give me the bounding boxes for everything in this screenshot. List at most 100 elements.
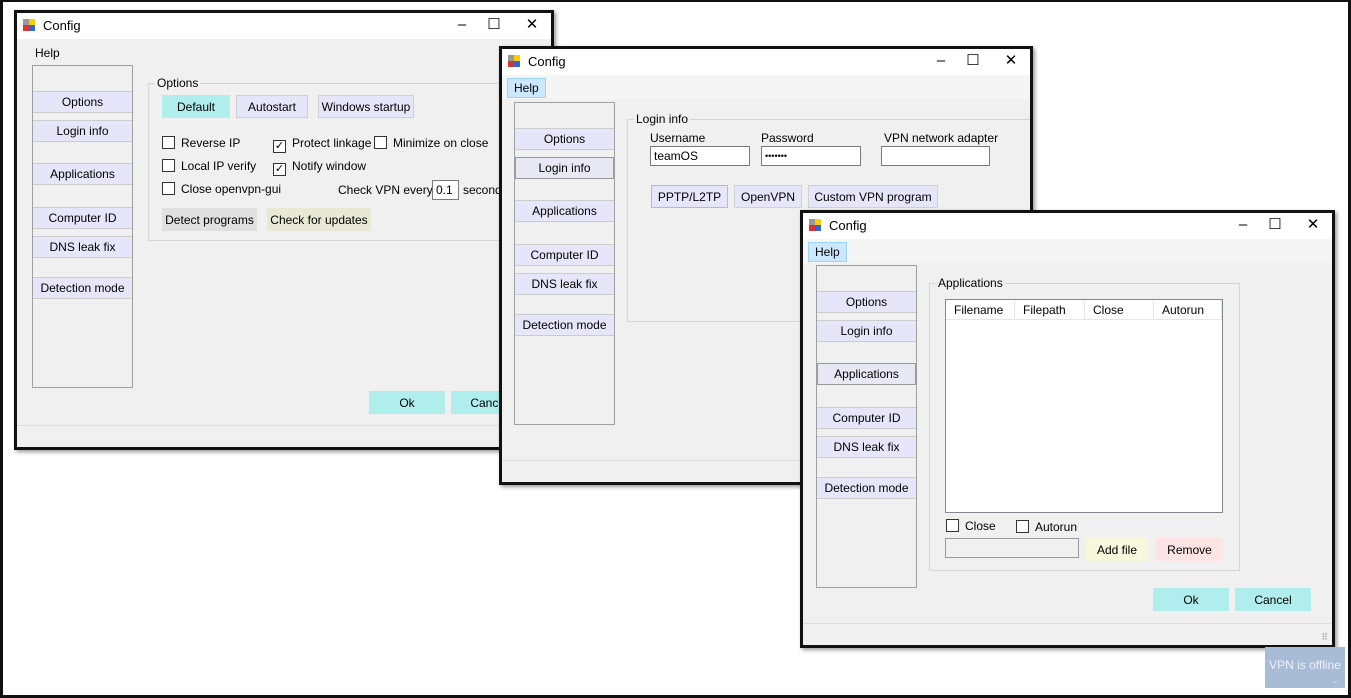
username-input[interactable]: teamOS [650, 146, 750, 166]
remove-button[interactable]: Remove [1156, 538, 1223, 561]
tab-windows-startup[interactable]: Windows startup [318, 95, 414, 118]
autorun-checkbox[interactable]: Autorun [1016, 520, 1077, 536]
checkbox-local-ip-verify[interactable]: Local IP verify [162, 159, 256, 175]
sidebar-item-dns-leak-fix[interactable]: DNS leak fix [33, 236, 132, 258]
group-label: Applications [936, 276, 1005, 290]
sidebar-item-dns-leak-fix[interactable]: DNS leak fix [515, 273, 614, 295]
group-label: Login info [634, 112, 691, 126]
title-bar[interactable]: Config – ☐ ✕ [502, 49, 1030, 75]
openvpn-button[interactable]: OpenVPN [734, 185, 802, 208]
username-label: Username [650, 131, 706, 145]
checkbox-box[interactable] [162, 182, 175, 195]
checkbox-label: Close openvpn-gui [181, 182, 282, 196]
custom-vpn-button[interactable]: Custom VPN program [808, 185, 938, 208]
tab-default[interactable]: Default [162, 95, 230, 118]
status-bar: ⠿ [803, 623, 1332, 645]
checkbox-minimize-on-close[interactable]: Minimize on close [374, 136, 488, 152]
checkbox-reverse-ip[interactable]: Reverse IP [162, 136, 240, 152]
sidebar-item-computer-id[interactable]: Computer ID [817, 407, 916, 429]
app-icon [508, 55, 521, 68]
checkbox-box[interactable] [946, 519, 959, 532]
config-window-options: Config – ☐ ✕ Help Options Default Autostart… [14, 10, 554, 450]
menu-help[interactable]: Help [808, 242, 847, 262]
checkbox-protect-linkage[interactable]: ✓ Protect linkage [273, 136, 372, 153]
checkbox-box[interactable] [1016, 520, 1029, 533]
close-icon[interactable]: ✕ [996, 51, 1026, 71]
checkbox-label: Minimize on close [393, 136, 489, 150]
checkbox-label: Protect linkage [292, 136, 372, 150]
sidebar-item-computer-id[interactable]: Computer ID [33, 207, 132, 229]
vpn-adapter-input[interactable] [881, 146, 990, 166]
resize-grip-icon[interactable]: ⠿ [1321, 632, 1328, 643]
ok-button[interactable]: Ok [369, 391, 445, 414]
file-path-input[interactable] [945, 538, 1079, 558]
sidebar-item-computer-id[interactable]: Computer ID [515, 244, 614, 266]
checkbox-close-openvpn-gui[interactable]: Close openvpn-gui [162, 182, 281, 198]
checkbox-box[interactable] [162, 159, 175, 172]
sidebar-item-login-info[interactable]: Login info [817, 320, 916, 342]
detect-programs-button[interactable]: Detect programs [162, 208, 257, 231]
sidebar-item-login-info[interactable]: Login info [33, 120, 132, 142]
sidebar-item-options[interactable]: Options [817, 291, 916, 313]
sidebar-item-applications[interactable]: Applications [817, 363, 916, 385]
column-filepath[interactable]: Filepath [1015, 300, 1085, 320]
password-input[interactable]: ••••••• [761, 146, 861, 166]
check-vpn-unit: second [463, 183, 502, 197]
checkbox-label: Local IP verify [181, 159, 257, 173]
ok-button[interactable]: Ok [1153, 588, 1229, 611]
sidebar: Options Login info Applications Computer ID… [514, 102, 615, 425]
password-label: Password [761, 131, 814, 145]
vpn-status-toast[interactable]: VPN is offline ⌄ [1265, 647, 1345, 688]
sidebar-item-detection-mode[interactable]: Detection mode [515, 314, 614, 336]
sidebar: Options Login info Applications Computer ID… [816, 265, 917, 588]
sidebar-item-applications[interactable]: Applications [515, 200, 614, 222]
status-bar [17, 425, 551, 447]
toast-text: VPN is offline [1269, 658, 1341, 672]
minimize-icon[interactable]: – [1228, 215, 1258, 235]
column-close[interactable]: Close [1085, 300, 1154, 320]
column-autorun[interactable]: Autorun [1154, 300, 1222, 320]
checkmark-icon[interactable]: ✓ [273, 163, 286, 176]
config-window-applications: Config – ☐ ✕ Help Applications Filename Fil… [800, 210, 1335, 648]
pptp-l2tp-button[interactable]: PPTP/L2TP [651, 185, 728, 208]
sidebar-item-login-info[interactable]: Login info [515, 157, 614, 179]
applications-list[interactable]: Filename Filepath Close Autorun [945, 299, 1223, 513]
minimize-icon[interactable]: – [447, 15, 477, 35]
sidebar: Options Login info Applications Computer ID… [32, 65, 133, 388]
chevron-down-icon[interactable]: ⌄ [1331, 675, 1339, 686]
tab-autostart[interactable]: Autostart [236, 95, 308, 118]
sidebar-item-applications[interactable]: Applications [33, 163, 132, 185]
checkbox-box[interactable] [374, 136, 387, 149]
menu-help[interactable]: Help [29, 44, 66, 62]
maximize-icon[interactable]: ☐ [1260, 215, 1290, 235]
window-title: Config [829, 218, 867, 233]
sidebar-item-dns-leak-fix[interactable]: DNS leak fix [817, 436, 916, 458]
menu-help[interactable]: Help [507, 78, 546, 98]
maximize-icon[interactable]: ☐ [958, 51, 988, 71]
window-title: Config [43, 18, 81, 33]
close-icon[interactable]: ✕ [1298, 215, 1328, 235]
checkbox-label: Close [965, 519, 996, 533]
column-filename[interactable]: Filename [946, 300, 1015, 320]
checkbox-box[interactable] [162, 136, 175, 149]
app-icon [809, 219, 822, 232]
cancel-button[interactable]: Cancel [1235, 588, 1311, 611]
add-file-button[interactable]: Add file [1086, 538, 1148, 561]
checkmark-icon[interactable]: ✓ [273, 140, 286, 153]
title-bar[interactable]: Config – ☐ ✕ [803, 213, 1332, 239]
close-icon[interactable]: ✕ [517, 15, 547, 35]
checkbox-label: Notify window [292, 159, 367, 173]
checkbox-label: Reverse IP [181, 136, 241, 150]
sidebar-item-options[interactable]: Options [33, 91, 132, 113]
sidebar-item-detection-mode[interactable]: Detection mode [817, 477, 916, 499]
sidebar-item-options[interactable]: Options [515, 128, 614, 150]
minimize-icon[interactable]: – [926, 51, 956, 71]
maximize-icon[interactable]: ☐ [479, 15, 509, 35]
close-checkbox[interactable]: Close [946, 519, 996, 535]
checkbox-label: Autorun [1035, 520, 1078, 534]
sidebar-item-detection-mode[interactable]: Detection mode [33, 277, 132, 299]
check-updates-button[interactable]: Check for updates [267, 208, 371, 231]
checkbox-notify-window[interactable]: ✓ Notify window [273, 159, 367, 176]
title-bar[interactable]: Config – ☐ ✕ [17, 13, 551, 39]
check-vpn-interval-input[interactable]: 0.1 [432, 180, 459, 200]
